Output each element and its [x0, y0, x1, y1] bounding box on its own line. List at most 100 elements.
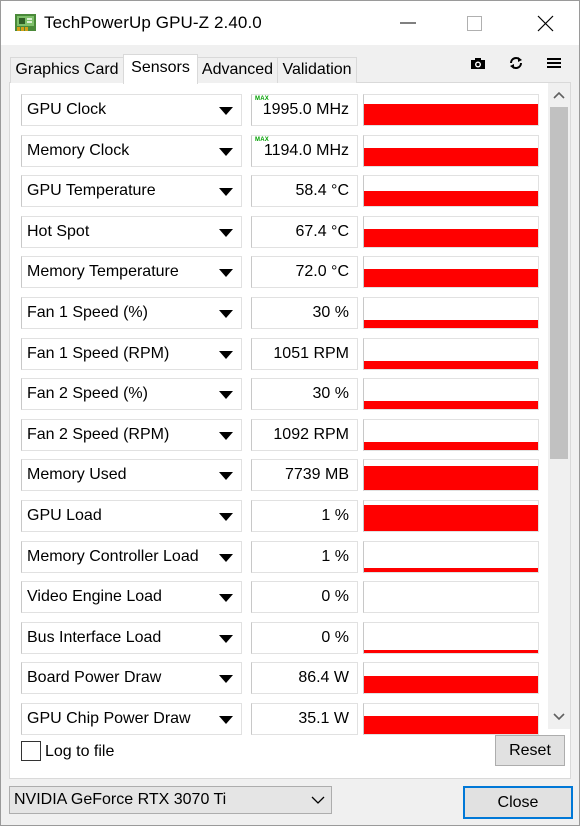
sensor-select[interactable]: Board Power Draw: [21, 662, 242, 694]
sensor-row: GPU Clock MAX 1995.0 MHz: [21, 94, 539, 126]
sensor-select[interactable]: Memory Controller Load: [21, 541, 242, 573]
dropdown-arrow-icon[interactable]: [219, 513, 233, 521]
maximize-button[interactable]: [446, 1, 504, 45]
sensor-value-box[interactable]: 0 %: [251, 581, 358, 613]
graph-fill: [364, 716, 538, 734]
minimize-button[interactable]: [379, 1, 437, 45]
sensor-graph: [363, 662, 539, 694]
sensor-value-box[interactable]: 35.1 W: [251, 703, 358, 735]
dropdown-arrow-icon[interactable]: [219, 472, 233, 480]
sensor-select[interactable]: Memory Clock: [21, 135, 242, 167]
dropdown-arrow-icon[interactable]: [219, 188, 233, 196]
sensor-value-box[interactable]: MAX 1194.0 MHz: [251, 135, 358, 167]
sensor-value: 7739 MB: [284, 466, 349, 483]
maximize-icon: [467, 16, 482, 31]
sensor-name-label: Bus Interface Load: [27, 629, 162, 646]
sensor-value: 1092 RPM: [273, 426, 349, 443]
sensor-graph: [363, 216, 539, 248]
dropdown-arrow-icon[interactable]: [219, 675, 233, 683]
sensor-row: Video Engine Load 0 %: [21, 581, 539, 613]
scroll-down-button[interactable]: [548, 707, 570, 727]
sensor-row: Fan 1 Speed (RPM) 1051 RPM: [21, 338, 539, 370]
log-to-file-checkbox[interactable]: [21, 741, 41, 761]
sensor-value-box[interactable]: 58.4 °C: [251, 175, 358, 207]
tab-advanced[interactable]: Advanced: [197, 57, 278, 83]
sensor-value-box[interactable]: MAX 1995.0 MHz: [251, 94, 358, 126]
dropdown-arrow-icon[interactable]: [219, 594, 233, 602]
sensor-value: 58.4 °C: [295, 182, 349, 199]
sensor-value: 0 %: [321, 588, 349, 605]
dropdown-arrow-icon[interactable]: [219, 229, 233, 237]
title-bar[interactable]: TechPowerUp GPU-Z 2.40.0: [1, 1, 579, 45]
sensor-value-box[interactable]: 7739 MB: [251, 459, 358, 491]
sensor-row: Fan 2 Speed (%) 30 %: [21, 378, 539, 410]
sensor-row: Fan 1 Speed (%) 30 %: [21, 297, 539, 329]
tab-sensors[interactable]: Sensors: [123, 54, 198, 84]
sensor-name-label: Memory Temperature: [27, 263, 179, 280]
camera-icon[interactable]: [468, 54, 488, 72]
window-title: TechPowerUp GPU-Z 2.40.0: [44, 13, 262, 32]
sensor-row: Memory Used 7739 MB: [21, 459, 539, 491]
sensor-graph: [363, 622, 539, 654]
dropdown-arrow-icon[interactable]: [219, 391, 233, 399]
sensor-value-box[interactable]: 67.4 °C: [251, 216, 358, 248]
sensor-value-box[interactable]: 1 %: [251, 541, 358, 573]
dropdown-arrow-icon[interactable]: [219, 310, 233, 318]
chevron-down-icon: [311, 796, 325, 804]
refresh-icon[interactable]: [506, 54, 526, 72]
sensor-select[interactable]: GPU Load: [21, 500, 242, 532]
tab-graphics-card[interactable]: Graphics Card: [10, 57, 124, 83]
sensor-value-box[interactable]: 1092 RPM: [251, 419, 358, 451]
dropdown-arrow-icon[interactable]: [219, 716, 233, 724]
graph-fill: [364, 269, 538, 287]
sensor-row: Memory Clock MAX 1194.0 MHz: [21, 135, 539, 167]
dropdown-arrow-icon[interactable]: [219, 107, 233, 115]
sensor-graph: [363, 500, 539, 532]
sensor-select[interactable]: GPU Temperature: [21, 175, 242, 207]
sensor-select[interactable]: Fan 2 Speed (RPM): [21, 419, 242, 451]
sensor-select[interactable]: Memory Temperature: [21, 256, 242, 288]
sensor-value-box[interactable]: 1 %: [251, 500, 358, 532]
sensor-row: Board Power Draw 86.4 W: [21, 662, 539, 694]
sensor-value-box[interactable]: 30 %: [251, 378, 358, 410]
dropdown-arrow-icon[interactable]: [219, 269, 233, 277]
scroll-up-button[interactable]: [548, 85, 570, 105]
tab-validation[interactable]: Validation: [277, 57, 357, 83]
close-window-button[interactable]: [517, 1, 575, 45]
dropdown-arrow-icon[interactable]: [219, 148, 233, 156]
dropdown-arrow-icon[interactable]: [219, 635, 233, 643]
sensor-value-box[interactable]: 0 %: [251, 622, 358, 654]
sensor-value-box[interactable]: 72.0 °C: [251, 256, 358, 288]
gpu-select[interactable]: NVIDIA GeForce RTX 3070 Ti: [9, 786, 332, 814]
sensor-value-box[interactable]: 1051 RPM: [251, 338, 358, 370]
sensor-select[interactable]: Fan 2 Speed (%): [21, 378, 242, 410]
sensor-select[interactable]: GPU Clock: [21, 94, 242, 126]
dropdown-arrow-icon[interactable]: [219, 351, 233, 359]
sensor-value-box[interactable]: 30 %: [251, 297, 358, 329]
graph-fill: [364, 229, 538, 247]
menu-icon[interactable]: [544, 54, 564, 72]
sensor-value: 1 %: [321, 507, 349, 524]
close-button[interactable]: Close: [463, 786, 573, 819]
gpu-card-icon: [15, 14, 36, 31]
sensor-name-label: Fan 2 Speed (RPM): [27, 426, 170, 443]
dropdown-arrow-icon[interactable]: [219, 432, 233, 440]
graph-fill: [364, 466, 538, 490]
graph-fill: [364, 568, 538, 572]
reset-button[interactable]: Reset: [495, 735, 565, 766]
sensor-select[interactable]: Hot Spot: [21, 216, 242, 248]
sensor-value-box[interactable]: 86.4 W: [251, 662, 358, 694]
sensor-value: 1 %: [321, 548, 349, 565]
sensor-select[interactable]: Fan 1 Speed (%): [21, 297, 242, 329]
sensor-select[interactable]: Fan 1 Speed (RPM): [21, 338, 242, 370]
sensor-select[interactable]: Video Engine Load: [21, 581, 242, 613]
sensor-scrollbar[interactable]: [548, 83, 570, 729]
sensor-name-label: GPU Clock: [27, 101, 107, 118]
sensor-select[interactable]: GPU Chip Power Draw: [21, 703, 242, 735]
scroll-thumb[interactable]: [550, 107, 568, 459]
sensor-select[interactable]: Bus Interface Load: [21, 622, 242, 654]
sensor-select[interactable]: Memory Used: [21, 459, 242, 491]
dropdown-arrow-icon[interactable]: [219, 554, 233, 562]
sensor-row: Fan 2 Speed (RPM) 1092 RPM: [21, 419, 539, 451]
sensor-name-label: Memory Used: [27, 466, 127, 483]
